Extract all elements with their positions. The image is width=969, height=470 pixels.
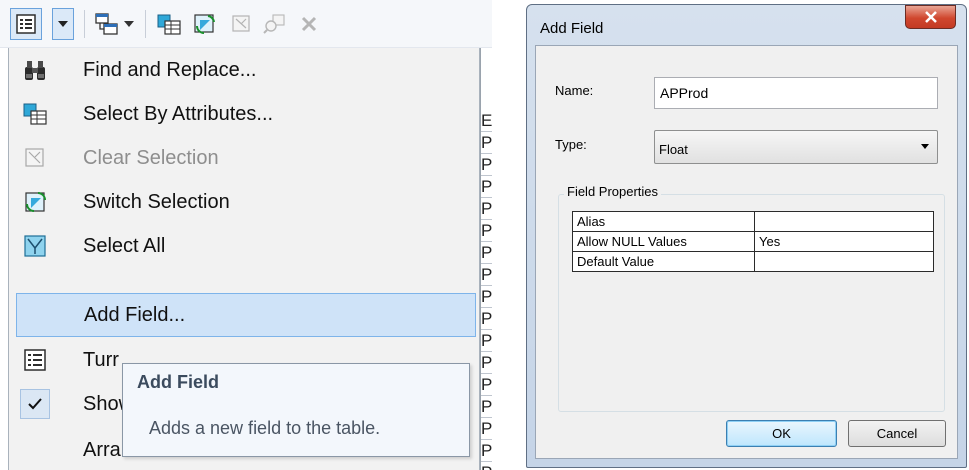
switch-selection-icon <box>25 192 46 212</box>
table-options-dropdown-button[interactable] <box>52 8 74 40</box>
property-value[interactable] <box>754 211 934 232</box>
select-by-attributes-icon <box>157 14 181 35</box>
table-cell: P <box>481 155 492 176</box>
name-input[interactable]: APProd <box>654 77 938 109</box>
menu-item-clear-selection[interactable]: Clear Selection <box>11 136 477 180</box>
menu-item-label: Arra <box>83 439 121 461</box>
clear-selection-icon <box>232 15 250 32</box>
close-button[interactable] <box>905 5 956 29</box>
field-properties-title: Field Properties <box>564 184 662 199</box>
menu-item-label: Switch Selection <box>83 191 230 213</box>
table-cell: E <box>481 111 492 132</box>
table-cell: P <box>481 265 492 286</box>
select-by-attributes-icon <box>23 103 47 125</box>
tooltip-description: Adds a new field to the table. <box>149 418 381 438</box>
table-options-panel: EPPPPPPPPPPPPPPPP Find and Replace... Se… <box>0 0 492 470</box>
menu-item-label: Select By Attributes... <box>83 103 274 125</box>
table-cell: P <box>481 199 492 220</box>
related-tables-icon <box>95 13 118 35</box>
table-options-button[interactable] <box>10 8 42 40</box>
binoculars-icon <box>25 61 45 80</box>
add-field-dialog: Add Field Name: APProd Type: Float Field… <box>526 4 967 468</box>
type-select-value: Float <box>659 142 688 157</box>
add-field-tooltip: Add Field Adds a new field to the table. <box>122 363 470 457</box>
checked-indicator <box>20 389 50 419</box>
menu-item-select-all[interactable]: Select All <box>11 224 477 268</box>
zoom-to-selected-icon <box>263 14 285 34</box>
name-input-value: APProd <box>660 85 709 101</box>
menu-item-label: Turr <box>83 349 119 371</box>
toolbar-separator <box>84 10 85 38</box>
menu-item-label: Find and Replace... <box>83 59 257 81</box>
zoom-to-selected-button[interactable] <box>260 10 290 38</box>
menu-item-label: Clear Selection <box>83 147 219 169</box>
chevron-down-icon <box>921 144 929 149</box>
table-cell: P <box>481 243 492 264</box>
dialog-title: Add Field <box>540 20 604 37</box>
switch-selection-icon <box>194 14 215 34</box>
table-cell: P <box>481 133 492 154</box>
name-label: Name: <box>555 83 594 98</box>
table-cell: P <box>481 221 492 242</box>
table-row[interactable]: Default Value <box>572 251 934 272</box>
menu-item-find-and-replace[interactable]: Find and Replace... <box>11 48 477 92</box>
table-cell: P <box>481 287 492 308</box>
table-cell: P <box>481 177 492 198</box>
table-cell: P <box>481 441 492 462</box>
dialog-titlebar[interactable]: Add Field <box>527 5 966 45</box>
field-properties-table: Alias Allow NULL Values Yes Default Valu… <box>572 211 934 272</box>
menu-item-label: Add Field... <box>84 304 186 326</box>
property-value[interactable] <box>754 251 934 272</box>
chevron-down-icon <box>58 21 68 27</box>
table-row[interactable]: Alias <box>572 211 934 232</box>
menu-item-label: Select All <box>83 235 166 257</box>
clear-selection-button[interactable] <box>226 10 256 38</box>
table-cell: P <box>481 331 492 352</box>
table-row[interactable]: Allow NULL Values Yes <box>572 231 934 252</box>
cancel-button-label: Cancel <box>876 426 918 441</box>
toolbar-separator <box>145 10 146 38</box>
table-cell: P <box>481 397 492 418</box>
close-icon <box>924 11 937 23</box>
type-select[interactable]: Float <box>654 130 938 164</box>
tooltip-title: Add Field <box>137 372 219 392</box>
switch-selection-button[interactable] <box>190 10 220 38</box>
property-name: Allow NULL Values <box>572 231 755 252</box>
property-name: Default Value <box>572 251 755 272</box>
type-label: Type: <box>555 137 587 152</box>
table-cell: P <box>481 353 492 374</box>
select-all-icon <box>24 235 46 257</box>
table-cell: P <box>481 309 492 330</box>
table-toolbar <box>0 0 492 48</box>
clear-selection-icon <box>25 148 44 167</box>
related-tables-button[interactable] <box>92 10 122 38</box>
delete-icon <box>301 16 317 32</box>
ok-button-label: OK <box>772 426 791 441</box>
property-value[interactable]: Yes <box>754 231 934 252</box>
table-options-icon <box>16 14 36 34</box>
property-name: Alias <box>572 211 755 232</box>
chevron-down-icon[interactable] <box>124 21 134 27</box>
menu-item-add-field[interactable]: Add Field... <box>16 293 476 337</box>
select-by-attributes-button[interactable] <box>154 10 184 38</box>
dialog-client-area: Name: APProd Type: Float Field Propertie… <box>535 45 958 459</box>
ok-button[interactable]: OK <box>726 420 837 447</box>
checkmark-icon <box>28 398 42 410</box>
menu-item-switch-selection[interactable]: Switch Selection <box>11 180 477 224</box>
menu-item-select-by-attributes[interactable]: Select By Attributes... <box>11 92 477 136</box>
cancel-button[interactable]: Cancel <box>848 420 946 447</box>
table-cell: P <box>481 375 492 396</box>
field-list-icon <box>24 349 46 371</box>
delete-selected-button[interactable] <box>294 10 324 38</box>
table-cell: P <box>481 462 492 470</box>
table-cell: P <box>481 419 492 440</box>
